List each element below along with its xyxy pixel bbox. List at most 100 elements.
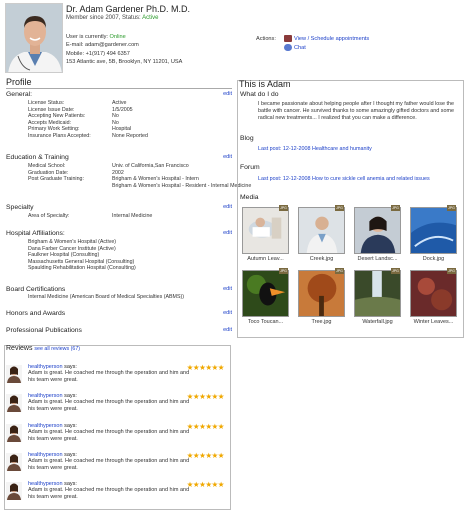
review-item: healthyperson says: Adam is great. He co… bbox=[6, 363, 228, 392]
kv-key: Accepting New Patients: bbox=[28, 113, 86, 119]
review-item: healthyperson says: Adam is great. He co… bbox=[6, 422, 228, 451]
forum-last-post-link[interactable]: Last post: 12-12-2008 How to cure sickle… bbox=[258, 176, 430, 182]
kv-value: Univ. of California,San Francisco bbox=[112, 163, 189, 169]
jpg-badge: JPG bbox=[335, 205, 344, 211]
member-status: Active bbox=[142, 15, 159, 21]
chat-icon bbox=[284, 44, 292, 51]
doctor-portrait-image bbox=[6, 4, 62, 72]
media-thumb-winter[interactable]: JPG Winter Leaves... bbox=[410, 268, 457, 327]
rating-stars: ★★★★★★ bbox=[186, 480, 225, 489]
media-thumb-toucan[interactable]: JPG Toco Toucan... bbox=[242, 268, 289, 327]
winter-leaves-image bbox=[410, 270, 457, 317]
media-thumb-tree[interactable]: JPG Tree.jpg bbox=[298, 268, 345, 327]
media-caption: Winter Leaves... bbox=[413, 319, 454, 325]
specialty-section: Specialty edit Area of Specialty: Interna… bbox=[6, 204, 232, 219]
media-thumb-dock[interactable]: JPG Dock.jpg bbox=[410, 205, 457, 264]
hospital-section: Hospital Affiliations: edit Brigham & Wo… bbox=[6, 230, 232, 271]
desert-landscape-image bbox=[354, 207, 401, 254]
edit-honors-link[interactable]: edit bbox=[223, 310, 232, 316]
edit-publications-link[interactable]: edit bbox=[223, 327, 232, 333]
general-heading: General: bbox=[6, 91, 33, 98]
publications-section: Professional Publications edit bbox=[6, 327, 232, 334]
kv-key: Insurance Plans Accepted: bbox=[28, 132, 91, 139]
list-item: Dana Farber Cancer Institute (Active) bbox=[28, 245, 116, 252]
view-schedule-action[interactable]: View / Schedule appointments bbox=[284, 35, 369, 42]
publications-heading: Professional Publications bbox=[6, 327, 82, 334]
toco-toucan-image bbox=[242, 270, 289, 317]
jpg-badge: JPG bbox=[447, 205, 456, 211]
edit-education-link[interactable]: edit bbox=[223, 154, 232, 160]
email: E-mail: adam@gardener.com bbox=[66, 42, 139, 49]
user-avatar-icon bbox=[6, 482, 22, 500]
kv-value: No bbox=[112, 119, 119, 126]
user-avatar-icon bbox=[6, 424, 22, 442]
review-text: Adam is great. He coached me through the… bbox=[28, 429, 190, 442]
jpg-badge: JPG bbox=[279, 268, 288, 274]
user-avatar-icon bbox=[6, 394, 22, 412]
dock-image bbox=[410, 207, 457, 254]
kv-value: Internal Medicine bbox=[112, 213, 153, 219]
jpg-badge: JPG bbox=[279, 205, 288, 211]
kv-value: Brigham & Women's Hospital - Intern bbox=[112, 176, 199, 182]
kv-value: Hospital bbox=[112, 126, 132, 132]
kv-key: Graduation Date: bbox=[28, 169, 69, 176]
hospital-heading: Hospital Affiliations: bbox=[6, 230, 65, 237]
view-schedule-link[interactable]: View / Schedule appointments bbox=[294, 36, 369, 42]
education-heading: Education & Training bbox=[6, 154, 69, 161]
kv-key: License Status: bbox=[28, 100, 65, 106]
media-thumb-waterfall[interactable]: JPG Waterfall.jpg bbox=[354, 268, 401, 327]
blog-last-post-link[interactable]: Last post: 12-12-2008 Healthcare and hum… bbox=[258, 146, 372, 152]
media-caption: Waterfall.jpg bbox=[362, 319, 393, 325]
media-caption: Dock.jpg bbox=[422, 256, 445, 262]
kv-key: Primary Work Setting: bbox=[28, 126, 80, 132]
mobile: Mobile: +1(917) 494 6357 bbox=[66, 50, 130, 57]
edit-hospital-link[interactable]: edit bbox=[223, 230, 232, 236]
media-caption: Toco Toucan... bbox=[247, 319, 284, 325]
honors-section: Honors and Awards edit bbox=[6, 310, 232, 317]
profile-section: Profile General: edit License Status: Act… bbox=[6, 77, 251, 334]
member-since-text: Member since 2007, Status: bbox=[66, 15, 141, 21]
online-status-value: Online bbox=[109, 34, 126, 40]
media-caption: Desert Landsc... bbox=[357, 256, 398, 262]
kv-key: Medical School: bbox=[28, 163, 66, 169]
list-item: Internal Medicine (American Board of Med… bbox=[28, 294, 185, 300]
doctor-name: Dr. Adam Gardener Ph.D. M.D. bbox=[66, 4, 191, 14]
kv-value: 2002 bbox=[112, 169, 124, 176]
rating-stars: ★★★★★★ bbox=[186, 392, 225, 401]
media-thumb-desert[interactable]: JPG Desert Landsc... bbox=[354, 205, 401, 264]
creek-image bbox=[298, 207, 345, 254]
media-thumb-creek[interactable]: JPG Creek.jpg bbox=[298, 205, 345, 264]
chat-action[interactable]: Chat bbox=[284, 44, 306, 51]
edit-specialty-link[interactable]: edit bbox=[223, 204, 232, 210]
waterfall-image bbox=[354, 270, 401, 317]
media-caption: Autumn Leav... bbox=[247, 256, 284, 262]
review-text: Adam is great. He coached me through the… bbox=[28, 487, 190, 500]
edit-board-link[interactable]: edit bbox=[223, 286, 232, 292]
media-thumb-autumn[interactable]: JPG Autumn Leav... bbox=[242, 205, 289, 264]
hospital-list: Brigham & Women's Hospital (Active) Dana… bbox=[28, 239, 136, 272]
education-section: Education & Training edit Medical School… bbox=[6, 154, 251, 189]
board-section: Board Certifications edit Internal Medic… bbox=[6, 286, 232, 300]
specialty-heading: Specialty bbox=[6, 204, 34, 211]
rating-stars: ★★★★★★ bbox=[186, 422, 225, 431]
jpg-badge: JPG bbox=[447, 268, 456, 274]
list-item: Spaulding Rehabilitation Hospital (Consu… bbox=[28, 265, 136, 272]
general-section: General: edit License Status: Active Lice… bbox=[6, 91, 232, 139]
address: 153 Atlantic ave, 5B, Brooklyn, NY 11201… bbox=[66, 58, 183, 65]
doctor-photo bbox=[5, 3, 63, 73]
forum-heading: Forum bbox=[240, 164, 260, 171]
media-caption: Creek.jpg bbox=[309, 256, 334, 262]
reviews-header: Reviews see all reviews (67) bbox=[6, 345, 80, 352]
list-item: Massachusetts General Hospital (Consulti… bbox=[28, 258, 135, 265]
jpg-badge: JPG bbox=[391, 268, 400, 274]
kv-value: No bbox=[112, 113, 119, 119]
media-heading: Media bbox=[240, 194, 259, 201]
chat-link[interactable]: Chat bbox=[294, 45, 306, 51]
see-all-reviews-link[interactable]: see all reviews (67) bbox=[34, 346, 80, 352]
user-avatar-icon bbox=[6, 453, 22, 471]
online-status-label: User is currently: bbox=[66, 34, 108, 40]
member-since: Member since 2007, Status: Active bbox=[66, 15, 158, 21]
kv-value: None Reported bbox=[112, 132, 148, 139]
edit-general-link[interactable]: edit bbox=[223, 91, 232, 97]
review-text: Adam is great. He coached me through the… bbox=[28, 399, 190, 412]
